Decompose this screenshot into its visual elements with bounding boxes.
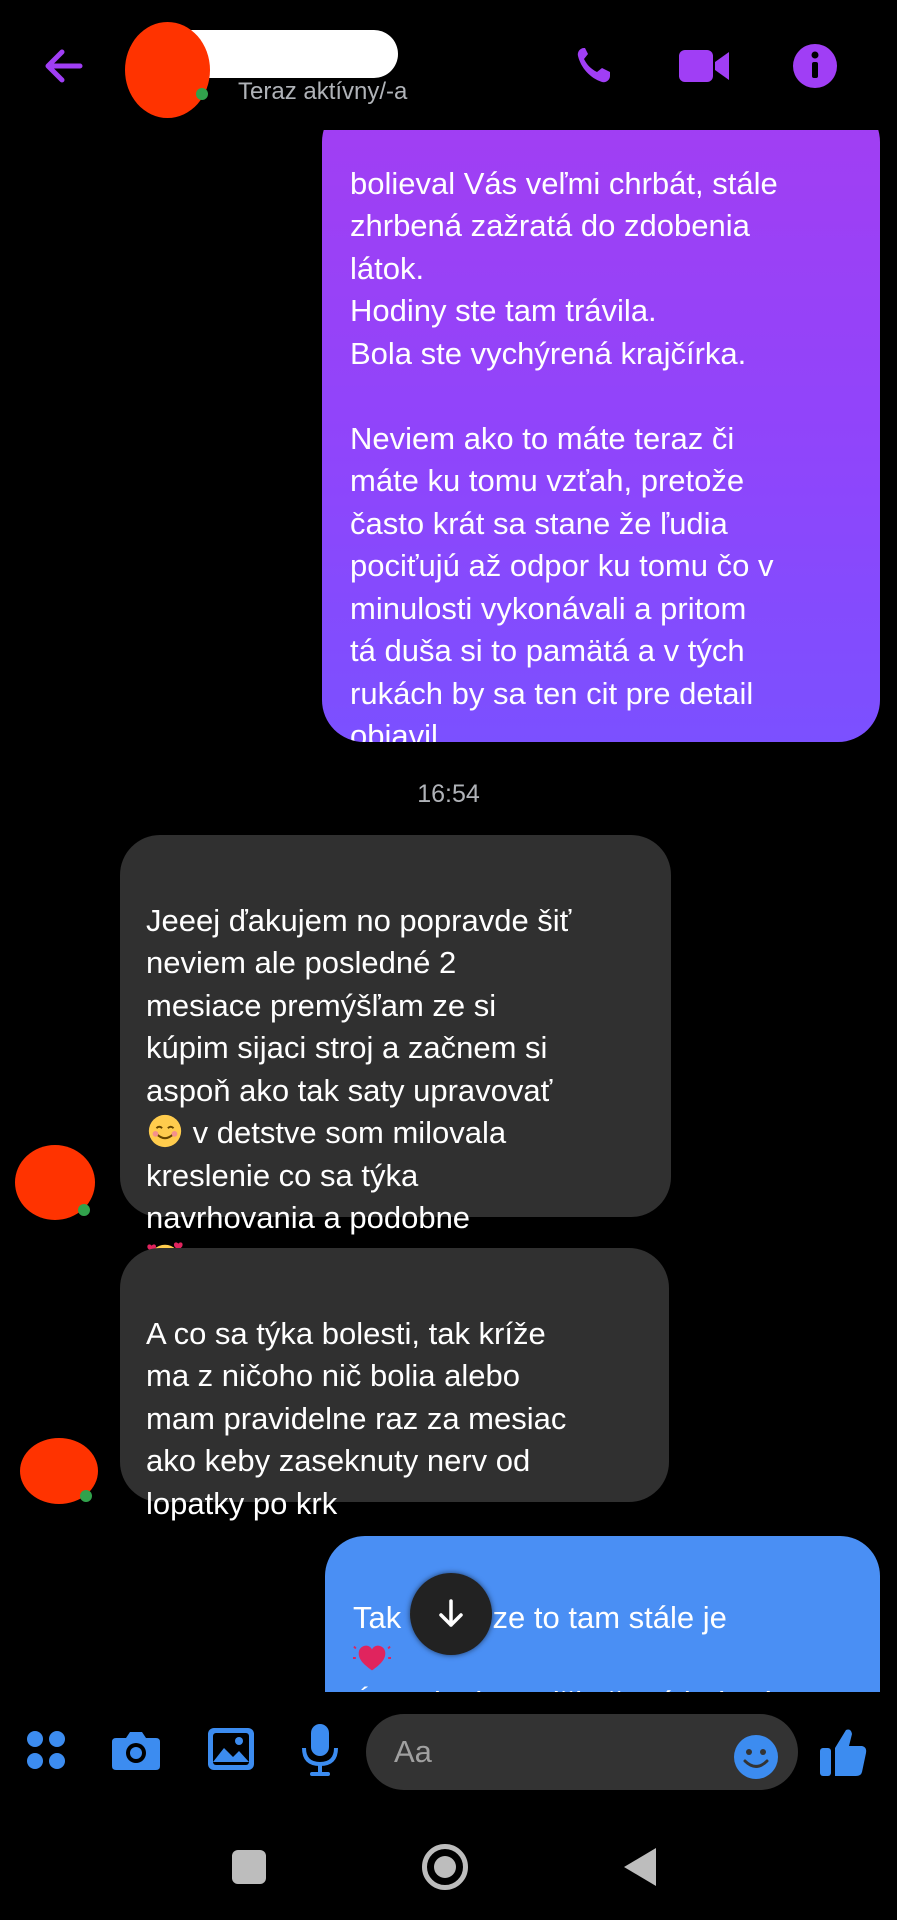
beating-heart-emoji [353, 1645, 391, 1671]
active-status-dot [78, 1204, 90, 1216]
thumbs-up-icon[interactable] [818, 1726, 868, 1778]
camera-icon[interactable] [110, 1728, 162, 1772]
active-status-dot [196, 88, 208, 100]
info-icon[interactable] [787, 42, 843, 90]
home-button[interactable] [422, 1844, 468, 1890]
gallery-icon[interactable] [206, 1726, 256, 1772]
chat-header: Teraz aktívny/-a [0, 0, 897, 130]
video-camera-icon[interactable] [675, 42, 731, 90]
back-button[interactable] [624, 1848, 656, 1886]
message-text: A co sa týka bolesti, tak kríže ma z nič… [146, 1315, 567, 1521]
emoji-icon[interactable] [733, 1734, 779, 1780]
recents-button[interactable] [232, 1850, 266, 1884]
contact-avatar[interactable] [125, 22, 210, 118]
phone-icon[interactable] [568, 42, 624, 90]
outgoing-message[interactable]: Tak vidíte ze to tam stále je Áno aj mi … [325, 1536, 880, 1696]
active-status-text: Teraz aktívny/-a [238, 78, 408, 105]
apps-icon[interactable] [24, 1728, 68, 1772]
message-text: Jeeej ďakujem no popravde šiť neviem ale… [146, 902, 572, 1108]
incoming-message[interactable]: Jeeej ďakujem no popravde šiť neviem ale… [120, 835, 671, 1275]
scroll-to-bottom-button[interactable] [410, 1573, 492, 1655]
active-status-dot [80, 1490, 92, 1502]
incoming-message[interactable]: A co sa týka bolesti, tak kríže ma z nič… [120, 1248, 669, 1521]
message-text-continued: v detstve som milovala kreslenie co sa t… [146, 1115, 507, 1235]
time-separator: 16:54 [417, 780, 480, 808]
message-text: Tak vidíte ze to tam stále je [353, 1599, 727, 1635]
outgoing-message[interactable]: bolieval Vás veľmi chrbát, stále zhrbená… [322, 100, 880, 742]
back-arrow-icon[interactable] [38, 40, 90, 92]
message-composer [0, 1692, 897, 1822]
smiling-face-emoji [148, 1114, 182, 1148]
system-navigation-bar [0, 1822, 897, 1920]
message-text: bolieval Vás veľmi chrbát, stále zhrbená… [350, 165, 778, 743]
arrow-down-icon [439, 1599, 463, 1627]
microphone-icon[interactable] [300, 1722, 340, 1778]
